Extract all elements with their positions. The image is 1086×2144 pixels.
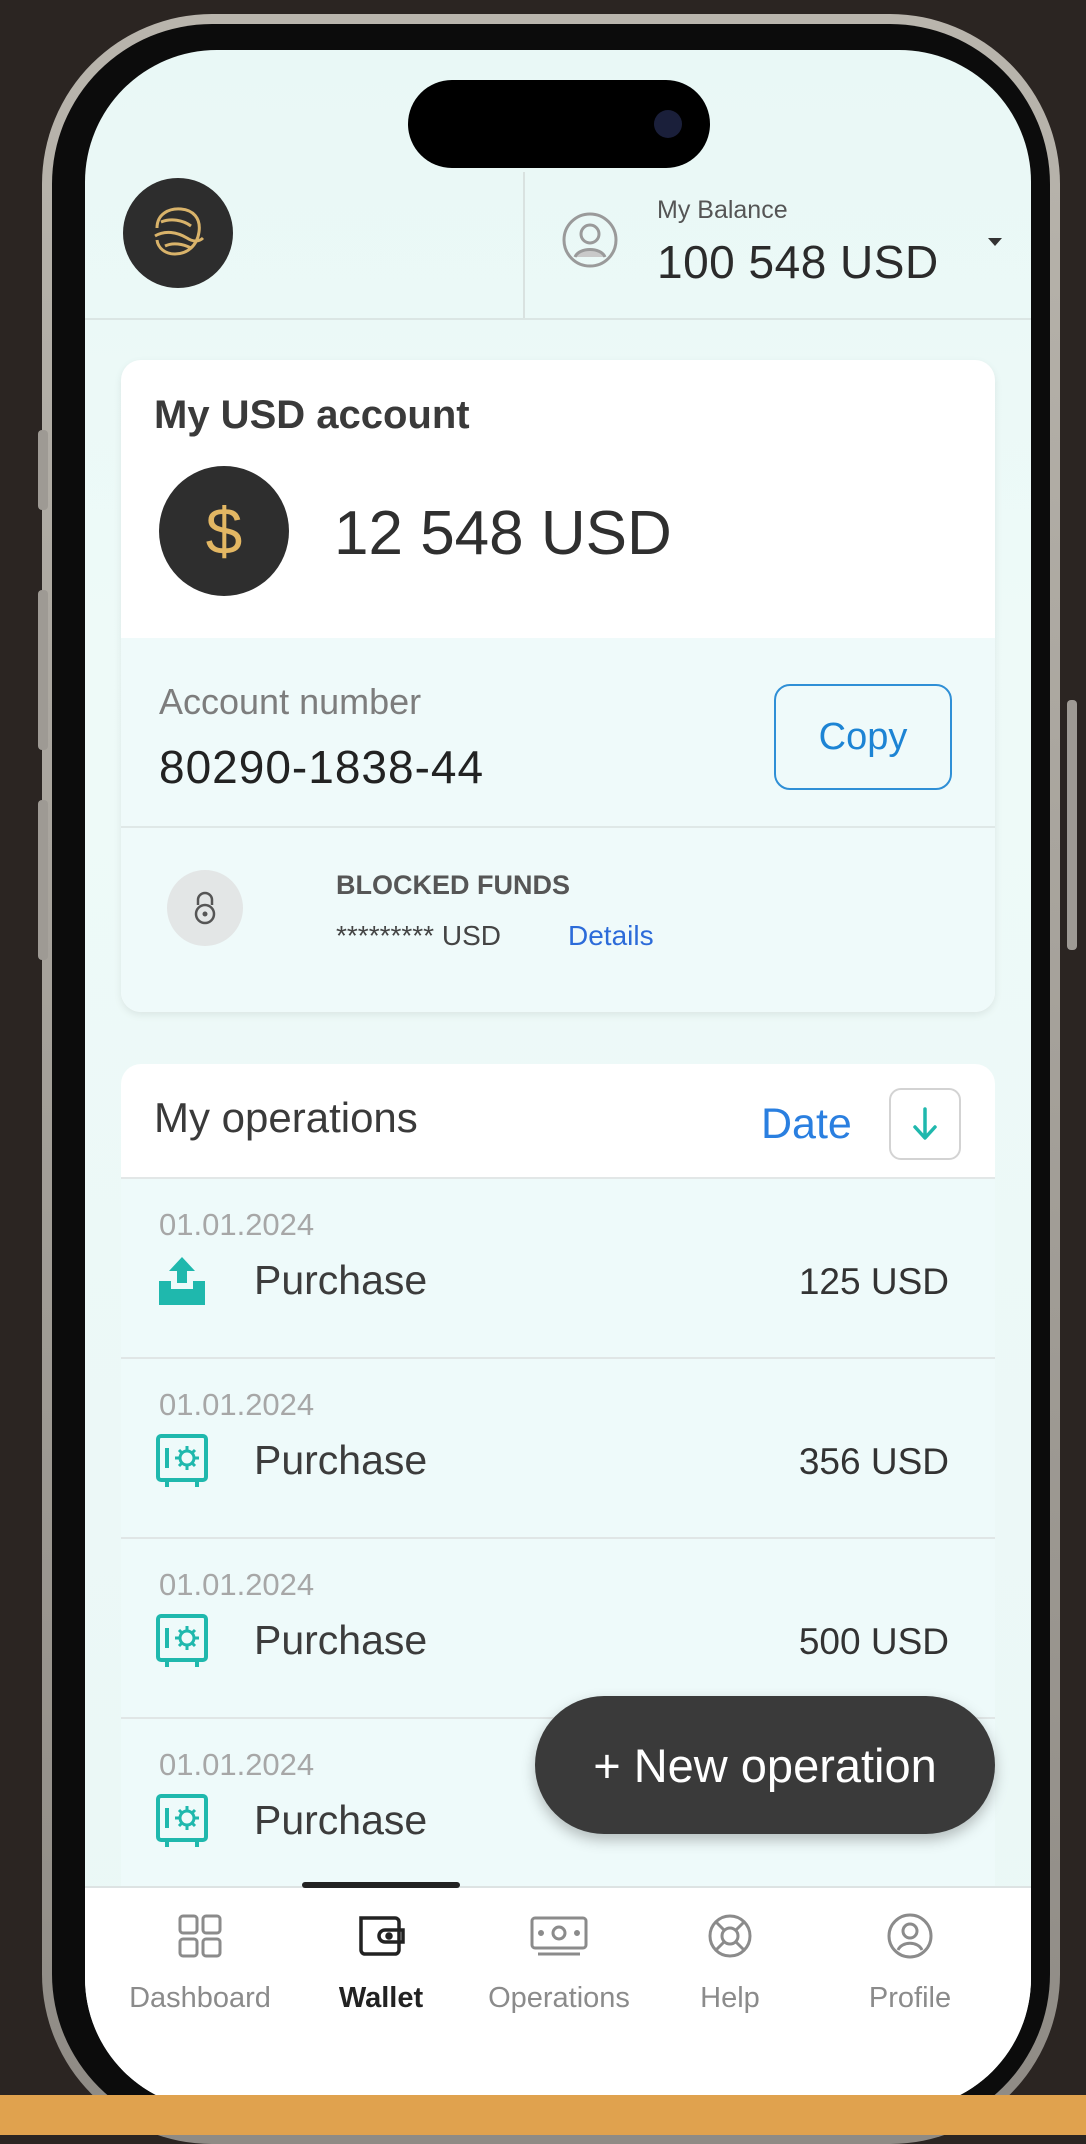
safe-icon <box>156 1434 208 1487</box>
nav-label: Operations <box>488 1982 630 2014</box>
operation-name: Purchase <box>254 1437 428 1483</box>
lock-icon <box>167 870 243 946</box>
nav-label: Profile <box>868 1982 952 2014</box>
lifebuoy-icon <box>708 1914 752 1958</box>
sort-by-date[interactable]: Date <box>761 1100 852 1149</box>
nav-label: Help <box>700 1982 760 2014</box>
operation-amount: 356 USD <box>798 1441 949 1482</box>
account-title: My USD account <box>154 393 470 437</box>
account-number-label: Account number <box>159 681 422 722</box>
phone-power-button <box>1067 700 1077 950</box>
operation-name: Purchase <box>254 1257 428 1303</box>
grid-icon <box>178 1914 222 1958</box>
nav-label: Wallet <box>338 1982 424 2014</box>
app-screen: My Balance 100 548 USD My USD account $ … <box>85 50 1031 2110</box>
operation-date: 01.01.2024 <box>159 1567 315 1602</box>
safe-icon <box>156 1794 208 1847</box>
nav-profile[interactable]: Profile <box>820 1912 1000 2032</box>
header-divider <box>523 172 525 318</box>
account-number-value: 80290-1838-44 <box>159 741 485 793</box>
operations-title: My operations <box>154 1094 418 1141</box>
nav-dashboard[interactable]: Dashboard <box>110 1912 290 2032</box>
operation-row[interactable]: 01.01.2024 Purchase 356 USD <box>121 1359 995 1539</box>
nav-operations[interactable]: Operations <box>469 1912 649 2032</box>
operation-date: 01.01.2024 <box>159 1747 315 1782</box>
camera-icon <box>654 110 682 138</box>
operation-name: Purchase <box>254 1797 428 1843</box>
safe-icon <box>156 1614 208 1667</box>
nav-wallet[interactable]: Wallet <box>291 1912 471 2032</box>
balance-value[interactable]: 100 548 USD <box>657 235 939 289</box>
nav-label: Dashboard <box>129 1982 271 2014</box>
dynamic-island <box>408 80 710 168</box>
new-operation-button[interactable]: + New operation <box>535 1696 995 1834</box>
blocked-funds-title: BLOCKED FUNDS <box>336 870 570 900</box>
operation-amount: 125 USD <box>798 1261 949 1302</box>
caret-down-icon[interactable] <box>988 238 1002 246</box>
blocked-funds-value: ********* USD <box>336 920 501 951</box>
user-avatar-icon[interactable] <box>561 211 619 269</box>
operation-row[interactable]: 01.01.2024 Purchase 500 USD <box>121 1539 995 1719</box>
phone-volume-up <box>38 590 48 750</box>
profile-icon <box>887 1913 933 1959</box>
currency-symbol: $ <box>205 494 243 568</box>
operation-row[interactable]: 01.01.2024 Purchase 125 USD <box>121 1179 995 1359</box>
active-tab-indicator <box>302 1882 460 1888</box>
brand-logo-icon[interactable] <box>123 178 233 288</box>
balance-label: My Balance <box>657 196 788 224</box>
background-strip <box>0 2095 1086 2135</box>
account-amount: 12 548 USD <box>334 499 672 568</box>
operation-amount: 500 USD <box>798 1621 949 1662</box>
sort-direction-button[interactable] <box>889 1088 961 1160</box>
banknote-icon <box>530 1916 588 1956</box>
operation-date: 01.01.2024 <box>159 1207 315 1242</box>
nav-help[interactable]: Help <box>640 1912 820 2032</box>
account-details: Account number 80290-1838-44 Copy BLOCKE… <box>121 638 995 1012</box>
account-card: My USD account $ 12 548 USD Account numb… <box>121 360 995 1012</box>
operation-date: 01.01.2024 <box>159 1387 315 1422</box>
dollar-icon: $ <box>159 466 289 596</box>
divider <box>121 826 995 828</box>
copy-button[interactable]: Copy <box>774 684 952 790</box>
phone-silent-switch <box>38 430 48 510</box>
arrow-down-icon <box>913 1107 937 1140</box>
upload-icon <box>159 1257 205 1305</box>
phone-volume-down <box>38 800 48 960</box>
details-link[interactable]: Details <box>568 920 654 952</box>
bottom-nav: Dashboard Wallet Operations Help Profile <box>85 1882 1031 2110</box>
wallet-icon <box>359 1916 405 1956</box>
operation-name: Purchase <box>254 1617 428 1663</box>
